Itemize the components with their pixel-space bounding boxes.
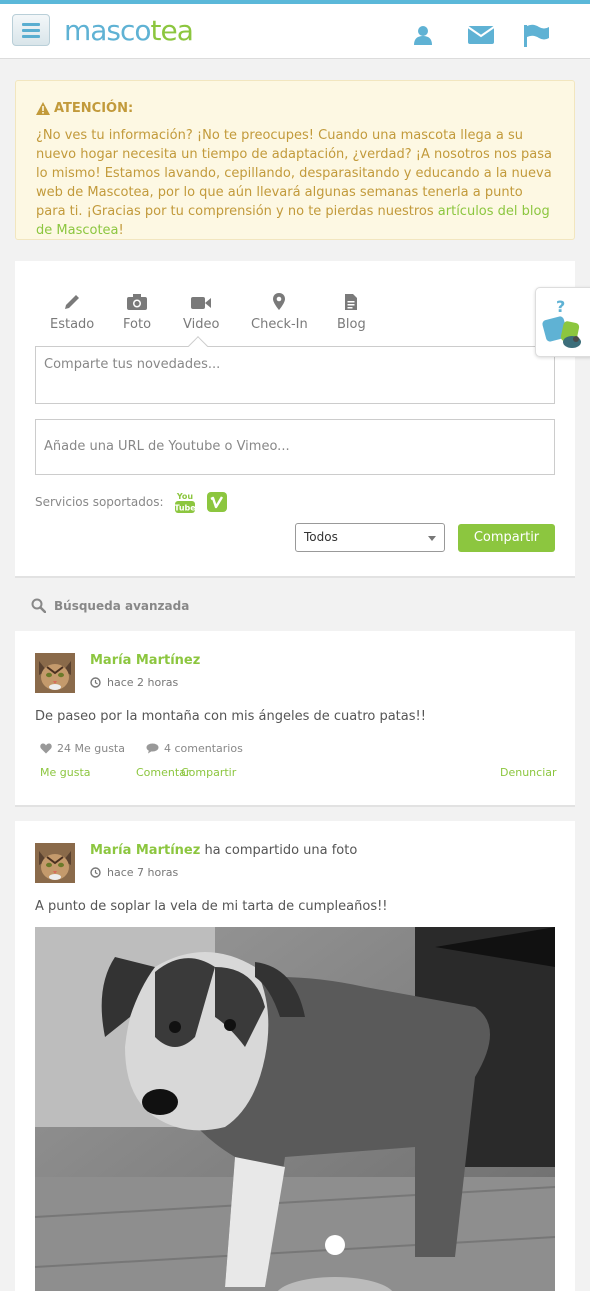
heart-icon <box>40 743 52 754</box>
post-composer: Estado Foto Video Check-In Blog Comparte… <box>15 261 575 578</box>
post-text: A punto de soplar la vela de mi tarta de… <box>35 899 388 914</box>
avatar[interactable] <box>35 653 75 693</box>
document-icon <box>345 294 358 310</box>
dog-photo-image <box>35 927 555 1291</box>
tab-estado[interactable]: Estado <box>50 289 94 332</box>
author-name-link[interactable]: María Martínez <box>90 653 200 668</box>
video-url-input[interactable]: Añade una URL de Youtube o Vimeo... <box>35 419 555 475</box>
time-text: hace 2 horas <box>107 676 179 689</box>
advanced-search-label: Búsqueda avanzada <box>54 598 190 613</box>
tab-label: Check-In <box>251 317 308 332</box>
svg-text:You: You <box>175 492 193 501</box>
feed-post: María Martínez ha compartido una foto ha… <box>15 821 575 1291</box>
time-text: hace 7 horas <box>107 866 179 879</box>
menu-icon-bar <box>22 23 40 26</box>
user-icon[interactable] <box>412 24 434 46</box>
share-button[interactable]: Compartir <box>458 524 555 552</box>
mascotea-logo[interactable]: mascotea <box>64 14 194 47</box>
alert-title-text: ATENCIÓN: <box>54 101 134 116</box>
like-button[interactable]: Me gusta <box>40 766 91 779</box>
report-button[interactable]: Denunciar <box>500 766 557 779</box>
map-marker-icon <box>273 293 286 310</box>
cat-avatar-image <box>35 653 75 693</box>
avatar[interactable] <box>35 843 75 883</box>
vimeo-icon <box>206 492 227 512</box>
alert-title: ATENCIÓN: <box>36 101 554 116</box>
warning-icon <box>36 102 50 115</box>
alert-message: ¿No ves tu información? ¡No te preocupes… <box>36 126 554 240</box>
likes-text: 24 Me gusta <box>57 742 125 755</box>
post-photo[interactable] <box>35 927 555 1291</box>
comments-count[interactable]: 4 comentarios <box>146 742 243 755</box>
advanced-search-link[interactable]: Búsqueda avanzada <box>31 598 189 613</box>
services-label: Servicios soportados: <box>35 495 164 509</box>
comments-text: 4 comentarios <box>164 742 243 755</box>
tab-check-in[interactable]: Check-In <box>251 289 308 332</box>
camera-icon <box>127 294 148 310</box>
status-textarea[interactable]: Comparte tus novedades... <box>35 346 555 404</box>
author-suffix: ha compartido una foto <box>200 843 358 858</box>
feed-post: María Martínez hace 2 horas De paseo por… <box>15 631 575 807</box>
top-navbar: mascotea <box>0 0 590 59</box>
envelope-icon[interactable] <box>467 24 495 46</box>
tab-label: Blog <box>337 317 366 332</box>
youtube-icon: You Tube <box>174 492 196 513</box>
privacy-value: Todos <box>304 530 338 544</box>
likes-count[interactable]: 24 Me gusta <box>40 742 125 755</box>
post-time: hace 7 horas <box>90 866 178 879</box>
pencil-icon <box>65 295 80 309</box>
tab-blog[interactable]: Blog <box>337 289 366 332</box>
clock-icon <box>90 867 101 878</box>
tab-foto[interactable]: Foto <box>123 289 151 332</box>
caret-down-icon <box>428 536 436 541</box>
help-widget[interactable]: ? <box>535 287 590 357</box>
alert-end: ! <box>118 223 124 238</box>
post-time: hace 2 horas <box>90 676 178 689</box>
cat-avatar-image <box>35 843 75 883</box>
menu-icon-bar <box>22 29 40 32</box>
tab-label: Video <box>183 317 220 332</box>
menu-icon-bar <box>22 35 40 38</box>
tab-label: Estado <box>50 317 95 332</box>
svg-text:Tube: Tube <box>174 504 196 513</box>
tab-label: Foto <box>123 317 152 332</box>
author-name-link[interactable]: María Martínez <box>90 843 200 858</box>
tab-video[interactable]: Video <box>183 289 219 332</box>
clock-icon <box>90 677 101 688</box>
help-mascot-icon: ? <box>542 297 581 348</box>
share-post-button[interactable]: Compartir <box>181 766 236 779</box>
post-text: De paseo por la montaña con mis ángeles … <box>35 709 426 724</box>
menu-button[interactable] <box>12 14 50 46</box>
post-author: María Martínez ha compartido una foto <box>90 843 357 858</box>
search-icon <box>31 598 46 613</box>
privacy-select[interactable]: Todos <box>295 523 445 552</box>
flag-icon[interactable] <box>523 24 551 48</box>
video-icon <box>191 297 212 309</box>
supported-services: Servicios soportados: You Tube <box>35 490 228 514</box>
comment-icon <box>146 743 159 754</box>
svg-text:?: ? <box>556 297 565 316</box>
post-author: María Martínez <box>90 653 200 668</box>
attention-alert: ATENCIÓN: ¿No ves tu información? ¡No te… <box>15 80 575 240</box>
